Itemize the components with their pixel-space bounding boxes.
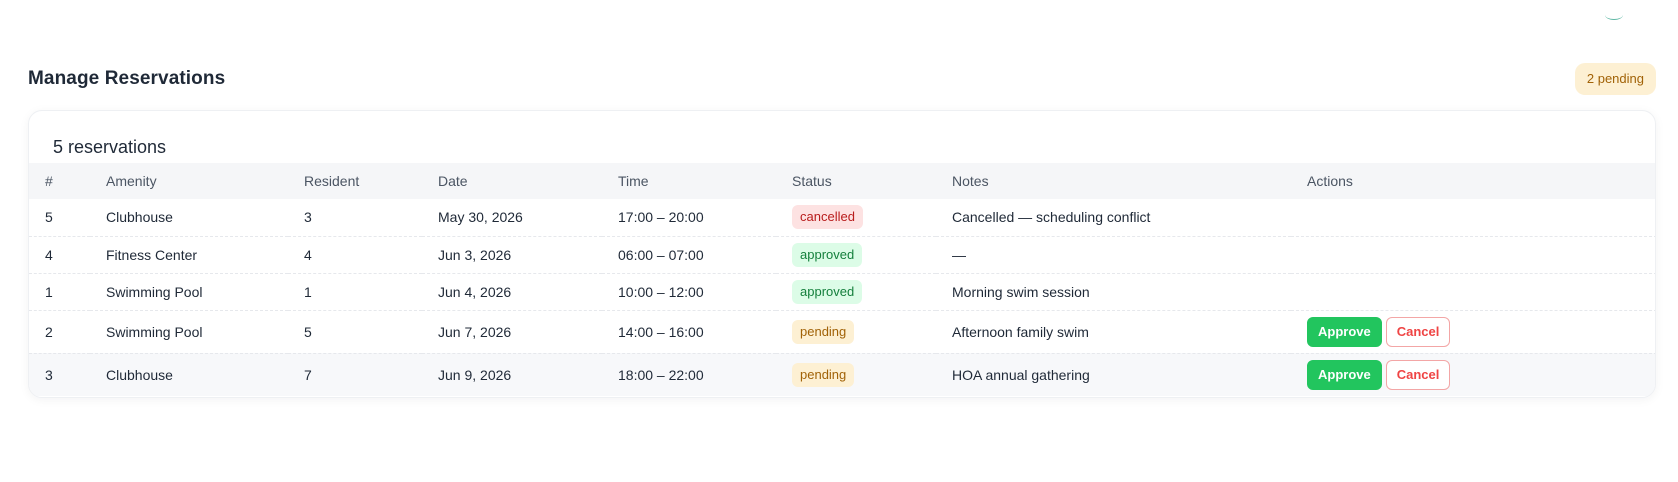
column-header-status: Status (792, 173, 832, 189)
page-header: Manage Reservations 2 pending (28, 62, 1656, 96)
page-title: Manage Reservations (28, 68, 226, 89)
cell-date: May 30, 2026 (422, 199, 602, 237)
cell-resident: 5 (288, 310, 422, 354)
column-header-notes: Notes (952, 173, 989, 189)
cell-status: pending (776, 310, 936, 354)
cell-time: 18:00 – 22:00 (602, 353, 776, 396)
table-row: 4 Fitness Center 4 Jun 3, 2026 06:00 – 0… (29, 236, 1655, 274)
cell-time: 17:00 – 20:00 (602, 199, 776, 237)
cell-actions: Approve Cancel (1291, 353, 1655, 396)
cell-time: 10:00 – 12:00 (602, 273, 776, 311)
cell-date: Jun 3, 2026 (422, 236, 602, 274)
table-row: 3 Clubhouse 7 Jun 9, 2026 18:00 – 22:00 … (29, 353, 1655, 396)
approve-button[interactable]: Approve (1307, 359, 1382, 390)
cell-amenity: Clubhouse (90, 199, 288, 237)
cell-notes: Cancelled — scheduling conflict (936, 199, 1291, 237)
cell-amenity: Swimming Pool (90, 273, 288, 311)
cell-amenity: Clubhouse (90, 353, 288, 396)
status-badge: pending (792, 362, 855, 387)
reservations-table: # Amenity Resident Date Time Status Note… (29, 163, 1655, 396)
reservations-count-title: 5 reservations (53, 137, 167, 157)
cell-resident: 7 (288, 353, 422, 396)
status-badge: approved (792, 242, 863, 267)
cell-notes: Afternoon family swim (936, 310, 1291, 354)
status-badge: cancelled (792, 205, 863, 230)
cell-actions: Approve Cancel (1291, 310, 1655, 354)
status-badge: pending (792, 319, 855, 344)
column-header-resident: Resident (304, 173, 360, 189)
cell-status: pending (776, 353, 936, 396)
cell-status: approved (776, 236, 936, 274)
loading-spinner-icon (1605, 10, 1623, 20)
cell-resident: 3 (288, 199, 422, 237)
cell-notes: HOA annual gathering (936, 353, 1291, 396)
reservations-card: 5 reservations # Amenity Resident Date T… (28, 110, 1656, 398)
cell-date: Jun 7, 2026 (422, 310, 602, 354)
cancel-button[interactable]: Cancel (1385, 359, 1451, 390)
column-header-date: Date (438, 173, 468, 189)
cell-resident: 1 (288, 273, 422, 311)
cell-time: 14:00 – 16:00 (602, 310, 776, 354)
cancel-button[interactable]: Cancel (1385, 316, 1451, 347)
column-header-actions: Actions (1307, 173, 1353, 189)
cell-id: 2 (29, 310, 90, 354)
cell-id: 4 (29, 236, 90, 274)
cell-actions (1291, 273, 1655, 311)
cell-actions (1291, 199, 1655, 237)
cell-notes: Morning swim session (936, 273, 1291, 311)
table-row: 2 Swimming Pool 5 Jun 7, 2026 14:00 – 16… (29, 310, 1655, 354)
cell-id: 5 (29, 199, 90, 237)
cell-time: 06:00 – 07:00 (602, 236, 776, 274)
table-row: 5 Clubhouse 3 May 30, 2026 17:00 – 20:00… (29, 199, 1655, 237)
cell-status: cancelled (776, 199, 936, 237)
approve-button[interactable]: Approve (1307, 316, 1382, 347)
cell-notes: — (936, 236, 1291, 274)
pending-count-badge: 2 pending (1574, 63, 1656, 95)
column-header-amenity: Amenity (106, 173, 157, 189)
table-row: 1 Swimming Pool 1 Jun 4, 2026 10:00 – 12… (29, 273, 1655, 311)
cell-id: 1 (29, 273, 90, 311)
cell-status: approved (776, 273, 936, 311)
table-header-row: # Amenity Resident Date Time Status Note… (29, 163, 1655, 199)
cell-date: Jun 9, 2026 (422, 353, 602, 396)
status-badge: approved (792, 279, 863, 304)
cell-id: 3 (29, 353, 90, 396)
cell-actions (1291, 236, 1655, 274)
cell-amenity: Fitness Center (90, 236, 288, 274)
cell-date: Jun 4, 2026 (422, 273, 602, 311)
cell-resident: 4 (288, 236, 422, 274)
column-header-time: Time (618, 173, 649, 189)
cell-amenity: Swimming Pool (90, 310, 288, 354)
column-header-id: # (45, 173, 53, 189)
